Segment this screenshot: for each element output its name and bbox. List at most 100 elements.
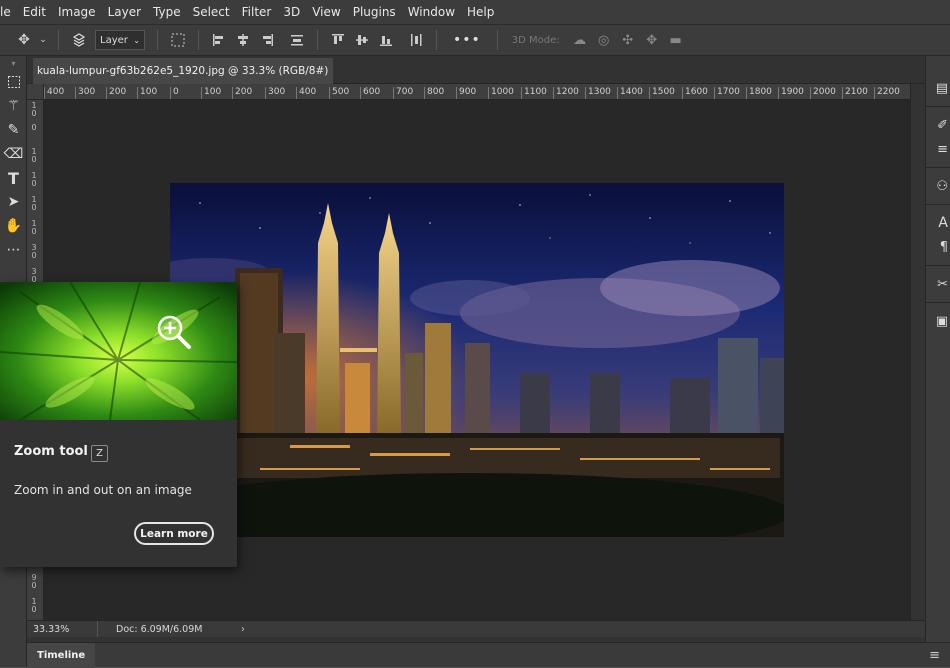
adjustments-icon[interactable]: ≡ xyxy=(926,137,950,161)
auto-select-dropdown[interactable]: Layer ⌄ xyxy=(95,30,145,50)
ruler-label: 700 xyxy=(393,87,413,99)
options-bar: ✥ ⌄ Layer ⌄ ••• 3D Mode: ☁ ◎ ✣ ✥ ▬ xyxy=(0,24,950,56)
align-middle-icon[interactable] xyxy=(352,30,372,50)
document-tab-title: kuala-lumpur-gf63b262e5_1920.jpg @ 33.3%… xyxy=(37,65,329,77)
layers-icon[interactable]: ▤ xyxy=(926,76,950,100)
3d-camera-icon[interactable]: ▬ xyxy=(666,30,686,50)
ruler-label: 9 0 xyxy=(31,573,37,590)
menu-edit[interactable]: Edit xyxy=(17,5,52,19)
menu-file[interactable]: le xyxy=(0,5,17,19)
paragraph-icon[interactable]: ¶ xyxy=(926,235,950,259)
ruler-label: 1000 xyxy=(488,87,514,99)
tooltip-description: Zoom in and out on an image xyxy=(14,483,192,497)
zoom-level[interactable]: 33.33% xyxy=(27,624,73,635)
3d-mode-label: 3D Mode: xyxy=(511,34,560,46)
menu-view[interactable]: View xyxy=(306,5,346,19)
ruler-label: 1600 xyxy=(682,87,708,99)
brush-settings-icon[interactable]: ✐ xyxy=(926,113,950,137)
vertical-scrollbar[interactable] xyxy=(910,84,925,620)
brush-icon[interactable]: ✎ xyxy=(0,118,27,142)
ruler-label: 100 xyxy=(201,87,221,99)
ruler-label: 1800 xyxy=(746,87,772,99)
chevron-down-icon[interactable]: ⌄ xyxy=(38,30,48,50)
tools-presets-icon[interactable]: ✂ xyxy=(926,272,950,296)
ruler-label: 800 xyxy=(424,87,444,99)
menu-window[interactable]: Window xyxy=(402,5,461,19)
ruler-label: 2100 xyxy=(842,87,868,99)
ruler-label: 300 xyxy=(265,87,285,99)
tooltip-title: Zoom tool xyxy=(14,444,88,459)
ruler-label: 100 xyxy=(137,87,157,99)
ruler-label: 500 xyxy=(329,87,349,99)
right-panel-dock: ▤ ✐ ≡ ⚇ A ¶ ✂ ▣ xyxy=(925,56,950,642)
ruler-label: 3 0 xyxy=(31,243,37,260)
eraser-icon[interactable]: ⌫ xyxy=(0,142,27,166)
more-tools-icon[interactable]: ⋯ xyxy=(0,238,27,262)
clone-source-icon[interactable]: ⚇ xyxy=(926,174,950,198)
auto-select-value: Layer xyxy=(100,34,128,46)
libraries-icon[interactable]: ▣ xyxy=(926,309,950,333)
align-center-icon[interactable] xyxy=(233,30,253,50)
ruler-label: 1300 xyxy=(585,87,611,99)
distribute-vertical-icon[interactable] xyxy=(287,30,307,50)
timeline-tab[interactable]: Timeline xyxy=(27,642,96,668)
menu-image[interactable]: Image xyxy=(52,5,102,19)
transform-controls-icon[interactable] xyxy=(168,30,188,50)
divider xyxy=(198,30,199,50)
divider xyxy=(58,30,59,50)
document-image[interactable] xyxy=(170,183,784,537)
menu-3d[interactable]: 3D xyxy=(277,5,306,19)
more-options-icon[interactable]: ••• xyxy=(453,32,481,48)
shortcut-badge: Z xyxy=(91,445,108,462)
menu-bar: le Edit Image Layer Type Select Filter 3… xyxy=(0,0,950,24)
menu-plugins[interactable]: Plugins xyxy=(347,5,402,19)
3d-slide-icon[interactable]: ✥ xyxy=(642,30,662,50)
align-right-icon[interactable] xyxy=(257,30,277,50)
ruler-label: 1900 xyxy=(778,87,804,99)
align-left-icon[interactable] xyxy=(209,30,229,50)
divider xyxy=(496,30,498,50)
chevron-right-icon[interactable]: › xyxy=(241,624,245,635)
tooltip-preview-image xyxy=(0,282,237,420)
ruler-label: 900 xyxy=(456,87,476,99)
3d-pan-icon[interactable]: ✣ xyxy=(618,30,638,50)
ruler-label: 1400 xyxy=(617,87,643,99)
ruler-label: 0 xyxy=(31,123,37,132)
menu-filter[interactable]: Filter xyxy=(236,5,278,19)
tool-group-handle[interactable]: ▾ xyxy=(0,56,27,70)
align-bottom-icon[interactable] xyxy=(376,30,396,50)
horizontal-ruler[interactable]: 400 300 200 100 0 100 200 300 400 500 60… xyxy=(44,84,910,100)
type-tool-icon[interactable]: T xyxy=(0,166,27,190)
distribute-horizontal-icon[interactable] xyxy=(406,30,426,50)
menu-layer[interactable]: Layer xyxy=(102,5,147,19)
auto-select-layers-icon[interactable] xyxy=(69,30,89,50)
marquee-tool-icon[interactable] xyxy=(0,70,27,94)
divider xyxy=(926,265,950,266)
magic-wand-icon[interactable]: ⚚ xyxy=(0,94,27,118)
divider xyxy=(436,30,437,50)
character-icon[interactable]: A xyxy=(926,211,950,235)
align-top-icon[interactable] xyxy=(328,30,348,50)
ruler-label: 1700 xyxy=(714,87,740,99)
hand-tool-icon[interactable]: ✋ xyxy=(0,214,27,238)
learn-more-button[interactable]: Learn more xyxy=(134,522,214,545)
ruler-label: 1 0 xyxy=(31,171,37,188)
ruler-label: 600 xyxy=(360,87,380,99)
ruler-label: 400 xyxy=(44,87,64,99)
ruler-label: 0 xyxy=(170,87,179,99)
ruler-label: 1 0 xyxy=(31,597,37,614)
document-size: Doc: 6.09M/6.09M xyxy=(97,620,237,638)
ruler-label: 1 0 xyxy=(31,147,37,164)
menu-select[interactable]: Select xyxy=(187,5,236,19)
move-icon[interactable]: ✥ xyxy=(14,30,34,50)
path-selection-icon[interactable]: ➤ xyxy=(0,190,27,214)
ruler-label: 400 xyxy=(296,87,316,99)
ruler-origin[interactable] xyxy=(27,84,44,100)
menu-type[interactable]: Type xyxy=(147,5,187,19)
3d-orbit-icon[interactable]: ☁ xyxy=(570,30,590,50)
3d-roll-icon[interactable]: ◎ xyxy=(594,30,614,50)
document-tab[interactable]: kuala-lumpur-gf63b262e5_1920.jpg @ 33.3%… xyxy=(33,58,333,84)
panel-menu-icon[interactable]: ≡ xyxy=(929,648,940,663)
timeline-panel: Timeline ≡ xyxy=(27,642,950,668)
menu-help[interactable]: Help xyxy=(461,5,500,19)
